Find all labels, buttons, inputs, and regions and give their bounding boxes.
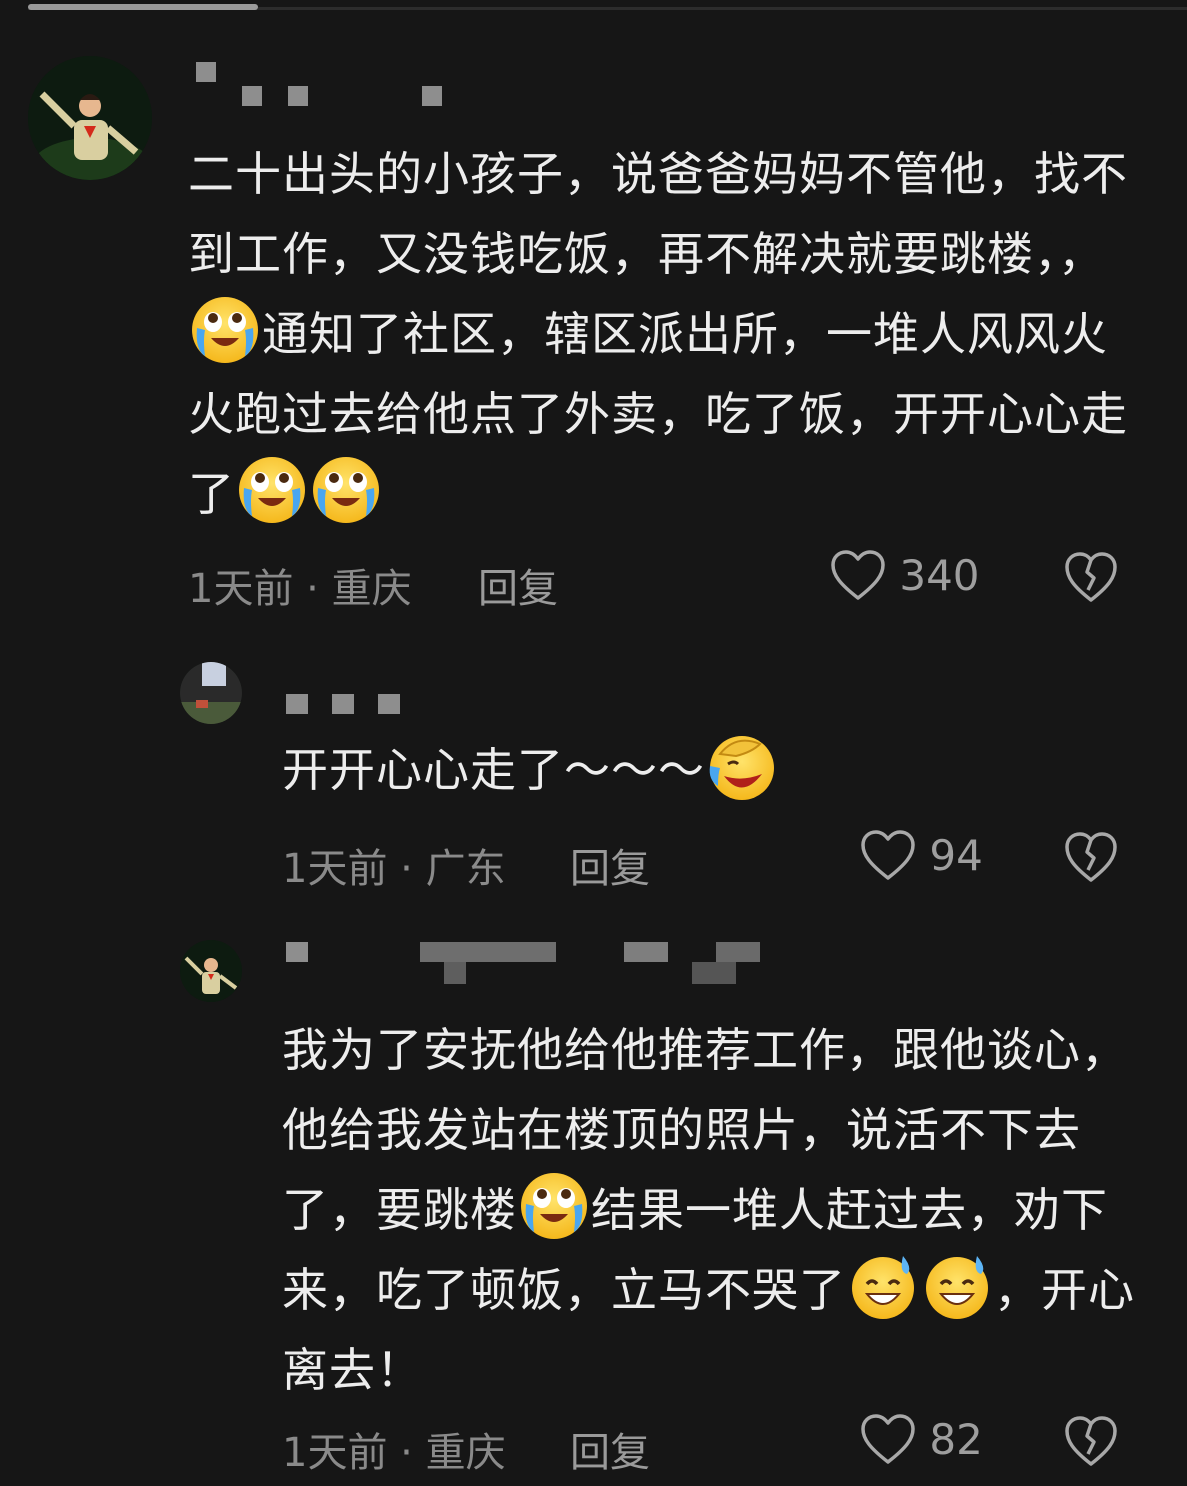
comment-meta: 1天前 · 重庆 回复 bbox=[188, 550, 608, 612]
heart-icon bbox=[830, 550, 886, 602]
like-button[interactable]: 340 bbox=[830, 550, 980, 610]
username-redacted[interactable] bbox=[196, 62, 456, 106]
like-count: 94 bbox=[929, 831, 983, 880]
comment-meta: 1天前 · 重庆 回复 bbox=[282, 1414, 702, 1476]
progress-thumb bbox=[28, 4, 258, 10]
time-location: 1天前 · 重庆 bbox=[282, 1430, 506, 1476]
avatar[interactable] bbox=[28, 56, 152, 180]
comment-meta: 1天前 · 广东 回复 bbox=[282, 830, 702, 892]
broken-heart-icon[interactable] bbox=[1064, 832, 1118, 884]
heart-icon bbox=[860, 830, 916, 882]
avatar[interactable] bbox=[180, 662, 242, 724]
laughing-tears-emoji-icon bbox=[706, 730, 778, 802]
sweat-smile-emoji-icon bbox=[921, 1250, 993, 1322]
crying-emoji-icon bbox=[236, 454, 308, 526]
reply-button[interactable]: 回复 bbox=[570, 836, 650, 894]
like-count: 82 bbox=[929, 1415, 983, 1464]
crying-emoji-icon bbox=[518, 1170, 590, 1242]
time-location: 1天前 · 广东 bbox=[282, 846, 506, 892]
username-redacted[interactable] bbox=[286, 694, 426, 734]
reply-button[interactable]: 回复 bbox=[478, 556, 558, 614]
like-count: 340 bbox=[899, 551, 980, 600]
like-button[interactable]: 82 bbox=[860, 1414, 983, 1474]
avatar[interactable] bbox=[180, 940, 242, 1002]
reply-button[interactable]: 回复 bbox=[570, 1420, 650, 1478]
broken-heart-icon[interactable] bbox=[1064, 552, 1118, 604]
reply-text: 开开心心走了～～～ bbox=[282, 730, 1142, 810]
heart-icon bbox=[860, 1414, 916, 1466]
crying-emoji-icon bbox=[189, 294, 261, 366]
reply-text: 我为了安抚他给他推荐工作，跟他谈心，他给我发站在楼顶的照片，说活不下去了，要跳楼… bbox=[282, 1023, 1135, 1397]
username-redacted[interactable] bbox=[286, 940, 766, 984]
crying-emoji-icon bbox=[310, 454, 382, 526]
like-button[interactable]: 94 bbox=[860, 830, 983, 890]
top-progress-bar bbox=[0, 0, 1187, 12]
sweat-smile-emoji-icon bbox=[847, 1250, 919, 1322]
time-location: 1天前 · 重庆 bbox=[188, 566, 412, 612]
comment-text: 二十出头的小孩子，说爸爸妈妈不管他，找不到工作，又没钱吃饭，再不解决就要跳楼，，… bbox=[188, 134, 1148, 534]
broken-heart-icon[interactable] bbox=[1064, 1416, 1118, 1468]
